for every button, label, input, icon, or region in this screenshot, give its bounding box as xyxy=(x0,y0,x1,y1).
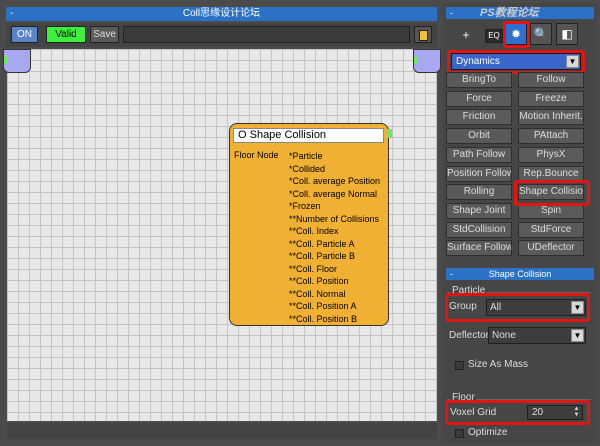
voxel-grid-value: 20 xyxy=(532,407,544,418)
deflector-dropdown[interactable]: None ▼ xyxy=(488,327,586,344)
save-button[interactable]: Save xyxy=(90,26,119,43)
spinner-arrows-icon[interactable]: ▲ ▼ xyxy=(572,406,581,419)
input-port-node[interactable] xyxy=(3,49,31,73)
params-rollout-head[interactable]: - Shape Collision xyxy=(446,268,594,280)
add-node-icon[interactable]: + xyxy=(455,25,477,47)
output-port-node[interactable] xyxy=(413,49,441,73)
operator-button-surface-follow[interactable]: Surface Follow xyxy=(446,240,512,257)
voxel-grid-label: Voxel Grid xyxy=(450,407,497,418)
group-dropdown[interactable]: All ▼ xyxy=(486,299,586,316)
voxel-grid-spinner[interactable]: 20 ▲ ▼ xyxy=(527,405,583,420)
node-output-item[interactable]: **Coll. Particle B xyxy=(289,250,380,263)
rollout-collapse-dash[interactable]: - xyxy=(450,7,453,19)
node-title[interactable]: O Shape Collision xyxy=(233,128,384,143)
node-output-item[interactable]: **Coll. Position B xyxy=(289,313,380,326)
node-output-item[interactable]: *Particle xyxy=(289,150,380,163)
panel-top-rollout-head[interactable]: - PS教程论坛 xyxy=(446,7,594,19)
node-output-connector[interactable] xyxy=(387,129,392,138)
optimize-checkbox[interactable] xyxy=(455,429,464,438)
cube-icon[interactable]: ◧ xyxy=(556,23,578,45)
node-output-item[interactable]: **Number of Collisions xyxy=(289,213,380,226)
output-port-connector[interactable] xyxy=(414,56,418,64)
input-port-connector[interactable] xyxy=(4,56,8,64)
node-output-item[interactable]: **Coll. Index xyxy=(289,225,380,238)
node-output-item[interactable]: **Coll. Particle A xyxy=(289,238,380,251)
operator-button-pattach[interactable]: PAttach xyxy=(518,128,584,145)
node-output-list: *Particle *Collided *Coll. average Positio… xyxy=(289,150,380,325)
node-canvas[interactable]: O Shape Collision Floor Node *Particle *C… xyxy=(3,49,441,421)
shape-collision-node[interactable]: O Shape Collision Floor Node *Particle *C… xyxy=(229,123,392,326)
deflector-value: None xyxy=(492,330,516,341)
operator-button-motion-inherit[interactable]: Motion Inherit. xyxy=(518,109,584,126)
operator-button-path-follow[interactable]: Path Follow xyxy=(446,146,512,163)
node-output-item[interactable]: **Coll. Position xyxy=(289,275,380,288)
search-icon[interactable]: 🔍 xyxy=(530,23,552,45)
operator-button-stdforce[interactable]: StdForce xyxy=(518,221,584,238)
operator-button-position-follow[interactable]: Position Follow xyxy=(446,165,512,182)
watermark-text: PS教程论坛 xyxy=(480,7,539,19)
valid-button[interactable]: Valid xyxy=(46,26,86,43)
highlight-shape-collision xyxy=(514,180,590,206)
group-value: All xyxy=(490,302,502,313)
chevron-down-icon[interactable]: ▼ xyxy=(571,301,584,314)
operator-button-shape-joint[interactable]: Shape Joint xyxy=(446,202,512,219)
toolbar-color-swatch[interactable] xyxy=(414,26,432,43)
editor-title: Coll思缘设计论坛 xyxy=(182,8,261,19)
chevron-down-icon[interactable]: ▼ xyxy=(566,55,579,68)
chevron-down-icon[interactable]: ▼ xyxy=(571,329,584,342)
editor-toolbar: ON Valid Save xyxy=(6,23,437,47)
node-editor-window: - Coll思缘设计论坛 ON Valid Save O Shape Colli… xyxy=(3,3,441,443)
operator-button-bringto[interactable]: BringTo xyxy=(446,72,512,88)
eq-icon[interactable]: EQ xyxy=(485,29,503,43)
operator-button-force[interactable]: Force xyxy=(446,90,512,107)
optimize-label: Optimize xyxy=(468,427,508,438)
toolbar-name-field[interactable] xyxy=(123,26,410,43)
node-output-item[interactable]: **Coll. Position A xyxy=(289,300,380,313)
operator-button-udeflector[interactable]: UDeflector xyxy=(518,240,584,257)
group-label: Group xyxy=(449,301,477,312)
operator-button-freeze[interactable]: Freeze xyxy=(518,90,584,107)
command-panel: - PS教程论坛 + EQ ✹ 🔍 ◧ Dynamics ▼ BringTo Fo… xyxy=(443,3,597,443)
node-output-item[interactable]: *Collided xyxy=(289,163,380,176)
operator-button-orbit[interactable]: Orbit xyxy=(446,128,512,145)
node-output-item[interactable]: *Coll. average Normal xyxy=(289,188,380,201)
editor-title-bar[interactable]: - Coll思缘设计论坛 xyxy=(6,7,437,21)
deflector-label: Deflector xyxy=(449,330,490,341)
editor-status-bar xyxy=(7,423,437,439)
operator-button-follow[interactable]: Follow xyxy=(518,72,584,88)
category-value: Dynamics xyxy=(456,56,500,67)
node-output-item[interactable]: **Coll. Normal xyxy=(289,288,380,301)
minimize-dash[interactable]: - xyxy=(10,7,13,21)
operator-button-rolling[interactable]: Rolling xyxy=(446,184,512,201)
node-output-item[interactable]: *Coll. average Position xyxy=(289,175,380,188)
operator-button-friction[interactable]: Friction xyxy=(446,109,512,126)
operator-button-physx[interactable]: PhysX xyxy=(518,146,584,163)
operator-button-stdcollision[interactable]: StdCollision xyxy=(446,221,512,238)
params-rollout-title: Shape Collision xyxy=(488,269,552,279)
node-output-item[interactable]: *Frozen xyxy=(289,200,380,213)
node-input-floor[interactable]: Floor Node xyxy=(234,150,279,160)
highlight-gear xyxy=(503,21,530,48)
size-as-mass-checkbox[interactable] xyxy=(455,361,464,370)
on-button[interactable]: ON xyxy=(11,26,38,43)
category-dropdown[interactable]: Dynamics ▼ xyxy=(451,53,581,70)
size-as-mass-label: Size As Mass xyxy=(468,359,529,370)
node-output-item[interactable]: **Coll. Floor xyxy=(289,263,380,276)
